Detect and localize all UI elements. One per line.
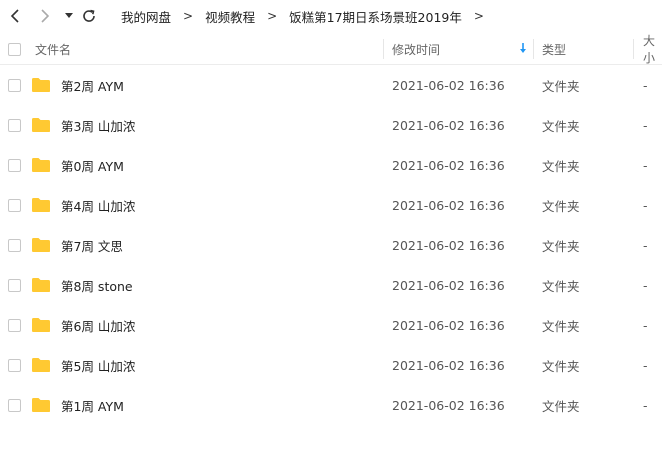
row-checkbox[interactable]	[8, 159, 21, 172]
column-size-header[interactable]: 大小	[643, 34, 662, 65]
modified-time: 2021-06-02 16:36	[392, 397, 505, 413]
file-type: 文件夹	[542, 278, 580, 294]
column-modified-label: 修改时间	[392, 42, 441, 57]
row-checkbox[interactable]	[8, 79, 21, 92]
column-header: 文件名 修改时间 类型 大小	[0, 34, 662, 65]
modified-time: 2021-06-02 16:36	[392, 117, 505, 133]
table-row[interactable]: 第6周 山加浓 2021-06-02 16:36 文件夹 -	[0, 305, 662, 345]
table-row[interactable]: 第2周 AYM 2021-06-02 16:36 文件夹 -	[0, 65, 662, 105]
refresh-button[interactable]	[79, 6, 99, 26]
row-checkbox[interactable]	[8, 319, 21, 332]
row-checkbox[interactable]	[8, 199, 21, 212]
back-button[interactable]	[6, 6, 26, 26]
file-name[interactable]: 第7周 文思	[61, 225, 123, 265]
file-size: -	[643, 237, 648, 253]
chevron-right-icon	[41, 9, 50, 23]
modified-time: 2021-06-02 16:36	[392, 197, 505, 213]
modified-time: 2021-06-02 16:36	[392, 77, 505, 93]
table-row[interactable]: 第0周 AYM 2021-06-02 16:36 文件夹 -	[0, 145, 662, 185]
chevron-left-icon	[10, 9, 19, 23]
modified-time: 2021-06-02 16:36	[392, 277, 505, 293]
column-type-label: 类型	[542, 42, 567, 57]
file-name[interactable]: 第4周 山加浓	[61, 185, 135, 225]
file-type: 文件夹	[542, 198, 580, 214]
history-dropdown-button[interactable]	[59, 6, 79, 26]
file-size: -	[643, 117, 648, 133]
file-name[interactable]: 第2周 AYM	[61, 65, 124, 105]
breadcrumb-separator: >	[183, 9, 194, 23]
file-size: -	[643, 397, 648, 413]
file-type: 文件夹	[542, 118, 580, 134]
breadcrumb-separator[interactable]: >	[471, 9, 487, 23]
breadcrumb-item[interactable]: 视频教程	[196, 7, 264, 26]
table-row[interactable]: 第8周 stone 2021-06-02 16:36 文件夹 -	[0, 265, 662, 305]
folder-icon	[32, 198, 50, 212]
file-size: -	[643, 277, 648, 293]
select-all-checkbox[interactable]	[8, 43, 21, 56]
folder-icon	[32, 118, 50, 132]
file-type: 文件夹	[542, 158, 580, 174]
breadcrumb-item[interactable]: 饭糕第17期日系场景班2019年	[280, 7, 471, 26]
modified-time: 2021-06-02 16:36	[392, 237, 505, 253]
table-row[interactable]: 第5周 山加浓 2021-06-02 16:36 文件夹 -	[0, 345, 662, 385]
row-checkbox[interactable]	[8, 399, 21, 412]
table-row[interactable]: 第3周 山加浓 2021-06-02 16:36 文件夹 -	[0, 105, 662, 145]
folder-icon	[32, 398, 50, 412]
file-type: 文件夹	[542, 398, 580, 414]
file-name[interactable]: 第5周 山加浓	[61, 345, 135, 385]
forward-button[interactable]	[34, 6, 54, 26]
toolbar: 我的网盘 > 视频教程 > 饭糕第17期日系场景班2019年 >	[0, 0, 662, 32]
column-size-label: 大小	[643, 34, 656, 65]
row-checkbox[interactable]	[8, 359, 21, 372]
file-size: -	[643, 157, 648, 173]
row-checkbox[interactable]	[8, 279, 21, 292]
column-modified-header[interactable]: 修改时间	[392, 34, 440, 64]
sort-down-arrow-icon	[520, 43, 526, 53]
table-row[interactable]: 第7周 文思 2021-06-02 16:36 文件夹 -	[0, 225, 662, 265]
column-name-label: 文件名	[35, 42, 72, 57]
file-name[interactable]: 第1周 AYM	[61, 385, 124, 425]
file-name[interactable]: 第0周 AYM	[61, 145, 124, 185]
caret-down-icon	[65, 13, 73, 18]
file-size: -	[643, 317, 648, 333]
breadcrumb-separator: >	[267, 9, 278, 23]
folder-icon	[32, 318, 50, 332]
row-checkbox[interactable]	[8, 119, 21, 132]
modified-time: 2021-06-02 16:36	[392, 157, 505, 173]
breadcrumb-item[interactable]: 我的网盘	[112, 7, 180, 26]
folder-icon	[32, 158, 50, 172]
file-type: 文件夹	[542, 318, 580, 334]
file-size: -	[643, 357, 648, 373]
folder-icon	[32, 358, 50, 372]
file-name[interactable]: 第6周 山加浓	[61, 305, 135, 345]
row-checkbox[interactable]	[8, 239, 21, 252]
file-name[interactable]: 第8周 stone	[61, 265, 133, 305]
folder-icon	[32, 238, 50, 252]
file-name[interactable]: 第3周 山加浓	[61, 105, 135, 145]
file-size: -	[643, 197, 648, 213]
breadcrumb: 我的网盘 > 视频教程 > 饭糕第17期日系场景班2019年 >	[112, 0, 487, 32]
file-type: 文件夹	[542, 78, 580, 94]
modified-time: 2021-06-02 16:36	[392, 357, 505, 373]
table-row[interactable]: 第4周 山加浓 2021-06-02 16:36 文件夹 -	[0, 185, 662, 225]
column-type-header[interactable]: 类型	[542, 34, 566, 64]
table-row[interactable]: 第1周 AYM 2021-06-02 16:36 文件夹 -	[0, 385, 662, 425]
file-type: 文件夹	[542, 238, 580, 254]
folder-icon	[32, 278, 50, 292]
folder-icon	[32, 78, 50, 92]
file-size: -	[643, 77, 648, 93]
column-name-header[interactable]: 文件名	[35, 34, 71, 64]
file-list: 第2周 AYM 2021-06-02 16:36 文件夹 - 第3周 山加浓 2021-0…	[0, 65, 662, 425]
refresh-icon	[83, 9, 95, 22]
modified-time: 2021-06-02 16:36	[392, 317, 505, 333]
file-type: 文件夹	[542, 358, 580, 374]
